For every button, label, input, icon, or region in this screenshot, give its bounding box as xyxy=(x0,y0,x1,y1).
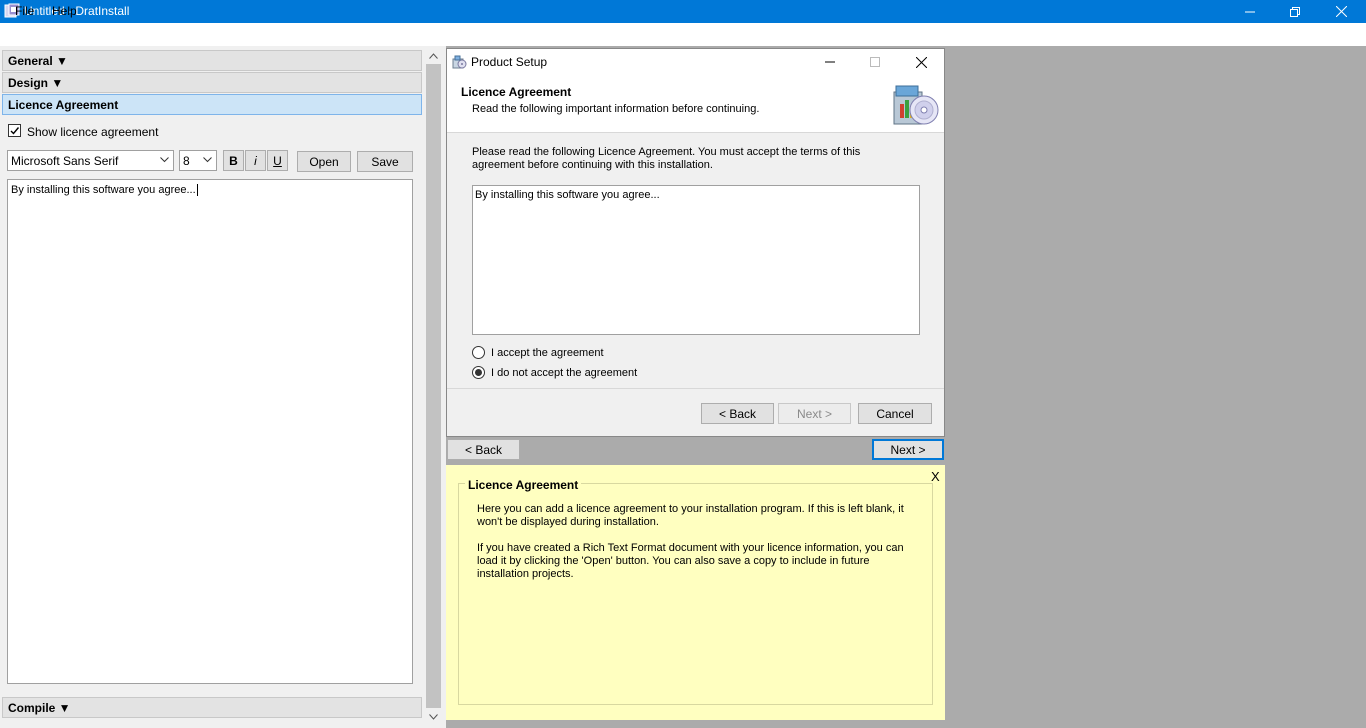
scroll-down-button[interactable] xyxy=(425,709,442,725)
maximize-icon xyxy=(870,57,880,67)
section-design-header[interactable]: Design ▼ xyxy=(2,72,422,93)
show-licence-label: Show licence agreement xyxy=(27,125,159,139)
bold-button[interactable]: B xyxy=(223,150,244,171)
dialog-cancel-button[interactable]: Cancel xyxy=(858,403,932,424)
restore-icon xyxy=(1290,6,1300,17)
save-button[interactable]: Save xyxy=(357,151,413,172)
open-button[interactable]: Open xyxy=(297,151,351,172)
dialog-back-button[interactable]: < Back xyxy=(701,403,774,424)
accept-radio[interactable] xyxy=(472,346,485,359)
setup-app-icon xyxy=(451,54,467,70)
dialog-minimize-button[interactable] xyxy=(820,53,840,71)
help-close-button[interactable]: X xyxy=(931,469,940,484)
dialog-separator xyxy=(447,388,944,389)
title-bar xyxy=(0,0,1366,23)
dialog-intro-text: Please read the following Licence Agreem… xyxy=(472,146,861,171)
dialog-close-button[interactable] xyxy=(911,53,931,71)
checkmark-icon xyxy=(10,127,20,135)
menu-file[interactable]: File xyxy=(15,4,34,18)
font-name-value: Microsoft Sans Serif xyxy=(11,154,119,168)
menu-help[interactable]: Help xyxy=(52,4,77,18)
scroll-up-button[interactable] xyxy=(425,48,442,64)
setup-disc-icon xyxy=(888,78,940,130)
decline-radio-label[interactable]: I do not accept the agreement xyxy=(491,367,637,379)
help-title: Licence Agreement xyxy=(465,478,582,492)
close-icon xyxy=(915,56,927,68)
preview-next-button[interactable]: Next > xyxy=(872,439,944,460)
menu-bar xyxy=(0,23,1366,46)
chevron-down-icon xyxy=(429,714,438,720)
font-size-select[interactable]: 8 xyxy=(179,150,217,171)
italic-button[interactable]: i xyxy=(245,150,266,171)
font-name-select[interactable]: Microsoft Sans Serif xyxy=(7,150,174,171)
decline-radio[interactable] xyxy=(472,366,485,379)
dialog-next-button[interactable]: Next > xyxy=(778,403,851,424)
chevron-up-icon xyxy=(429,53,438,59)
help-paragraph: Here you can add a licence agreement to … xyxy=(477,503,904,528)
radio-selected-dot xyxy=(475,369,482,376)
licence-text-editor[interactable]: By installing this software you agree... xyxy=(7,179,413,684)
chevron-down-icon xyxy=(203,157,212,163)
section-compile-header[interactable]: Compile ▼ xyxy=(2,697,422,718)
chevron-down-icon xyxy=(160,157,169,163)
dialog-licence-text-box[interactable]: By installing this software you agree... xyxy=(472,185,920,335)
restore-button[interactable] xyxy=(1272,0,1318,23)
font-size-value: 8 xyxy=(183,154,190,168)
close-button[interactable] xyxy=(1318,0,1364,23)
dialog-maximize-button[interactable] xyxy=(865,53,885,71)
minimize-icon xyxy=(1245,11,1255,12)
dialog-heading: Licence Agreement xyxy=(461,85,572,99)
licence-editor-text: By installing this software you agree... xyxy=(11,184,196,196)
show-licence-checkbox[interactable] xyxy=(8,124,21,137)
help-paragraph: If you have created a Rich Text Format d… xyxy=(477,542,904,580)
underline-button[interactable]: U xyxy=(267,150,288,171)
scrollbar-thumb[interactable] xyxy=(426,64,441,708)
preview-back-button[interactable]: < Back xyxy=(447,439,520,460)
dialog-subheading: Read the following important information… xyxy=(472,103,760,115)
close-icon xyxy=(1335,6,1347,17)
section-general-header[interactable]: General ▼ xyxy=(2,50,422,71)
dialog-title: Product Setup xyxy=(471,55,548,69)
minimize-button[interactable] xyxy=(1227,0,1273,23)
accept-radio-label[interactable]: I accept the agreement xyxy=(491,347,604,359)
section-licence-header[interactable]: Licence Agreement xyxy=(2,94,422,115)
minimize-icon xyxy=(825,61,835,63)
text-caret xyxy=(196,184,198,197)
